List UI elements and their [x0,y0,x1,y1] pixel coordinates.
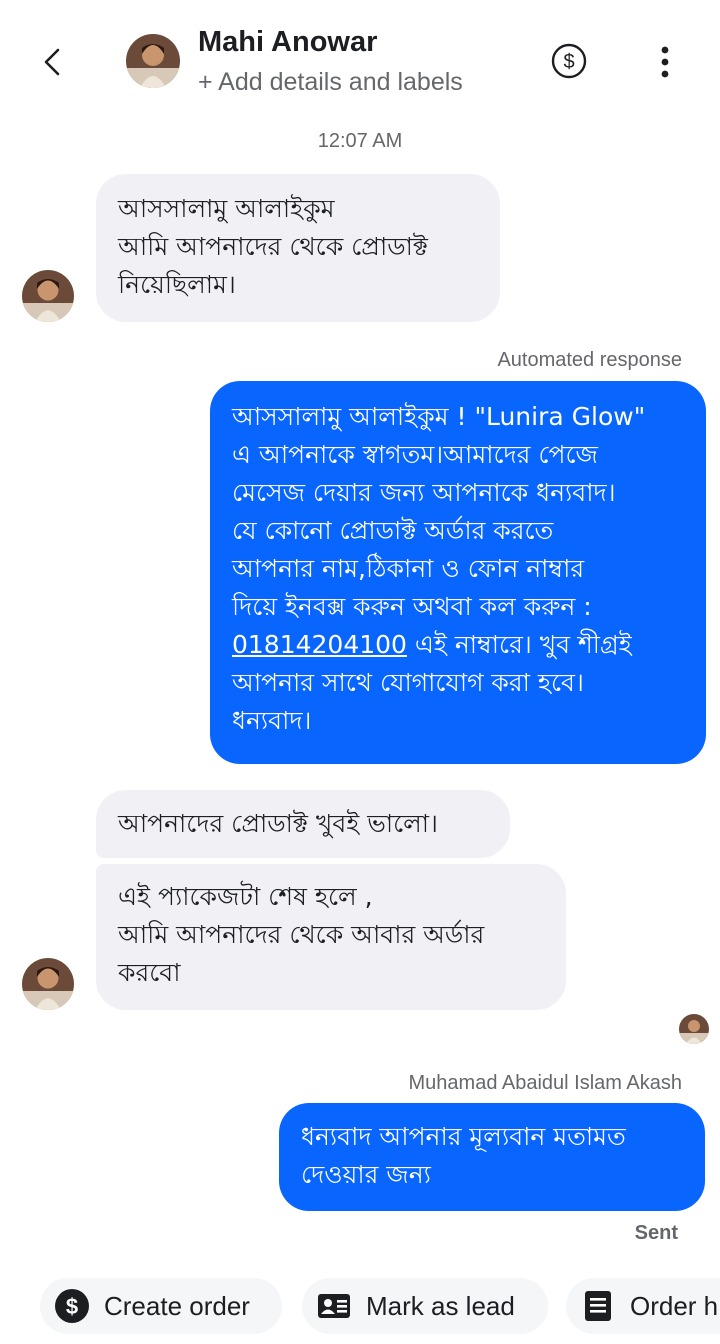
dollar-circle-icon: $ [551,43,587,79]
more-options-button[interactable] [648,42,682,82]
back-button[interactable] [30,40,74,84]
svg-text:$: $ [66,1294,78,1319]
add-details-link[interactable]: + Add details and labels [198,68,463,97]
sender-avatar [22,958,74,1010]
message-timestamp: 12:07 AM [317,130,403,152]
sender-name-label: Muhamad Abaidul Islam Akash [408,1072,683,1094]
quick-actions-bar: $ Create order Mark as lead Order h [0,1272,720,1338]
automated-response-label: Automated response [497,349,682,371]
read-receipt-avatar [679,1014,709,1044]
outgoing-automated-message[interactable]: আসসালামু আলাইকুম ! "Lunira Glow" এ আপনাক… [210,381,706,764]
back-arrow-icon [44,48,60,76]
receipt-list-icon [585,1291,611,1321]
message-text: আসসালামু আলাইকুম ! "Lunira Glow" এ আপনাক… [232,402,646,621]
sender-avatar [22,270,74,322]
more-vertical-icon [661,46,669,78]
create-order-label: Create order [104,1290,250,1321]
contact-card-icon [318,1294,350,1318]
create-order-button[interactable]: $ Create order [40,1278,282,1334]
incoming-message[interactable]: এই প্যাকেজটা শেষ হলে , আমি আপনাদের থেকে … [96,864,566,1010]
phone-number-link[interactable]: 01814204100 [232,630,407,659]
order-history-button[interactable]: Order h [566,1278,720,1334]
svg-text:$: $ [563,51,574,73]
contact-name[interactable]: Mahi Anowar [198,26,377,59]
outgoing-message[interactable]: ধন্যবাদ আপনার মূল্যবান মতামত দেওয়ার জন্… [279,1103,705,1211]
order-history-label: Order h [630,1290,719,1321]
incoming-message[interactable]: আসসালামু আলাইকুম আমি আপনাদের থেকে প্রোডা… [96,174,500,322]
conversation-header: Mahi Anowar + Add details and labels $ [0,0,720,110]
mark-as-lead-label: Mark as lead [366,1290,515,1321]
incoming-message[interactable]: আপনাদের প্রোডাক্ট খুবই ভালো। [96,790,510,858]
contact-avatar[interactable] [126,34,180,88]
message-status: Sent [634,1222,678,1244]
mark-as-lead-button[interactable]: Mark as lead [302,1278,548,1334]
messenger-conversation-screen: Mahi Anowar + Add details and labels $ 1… [0,0,720,1344]
dollar-circle-icon: $ [55,1289,89,1323]
payment-button[interactable]: $ [550,42,588,80]
